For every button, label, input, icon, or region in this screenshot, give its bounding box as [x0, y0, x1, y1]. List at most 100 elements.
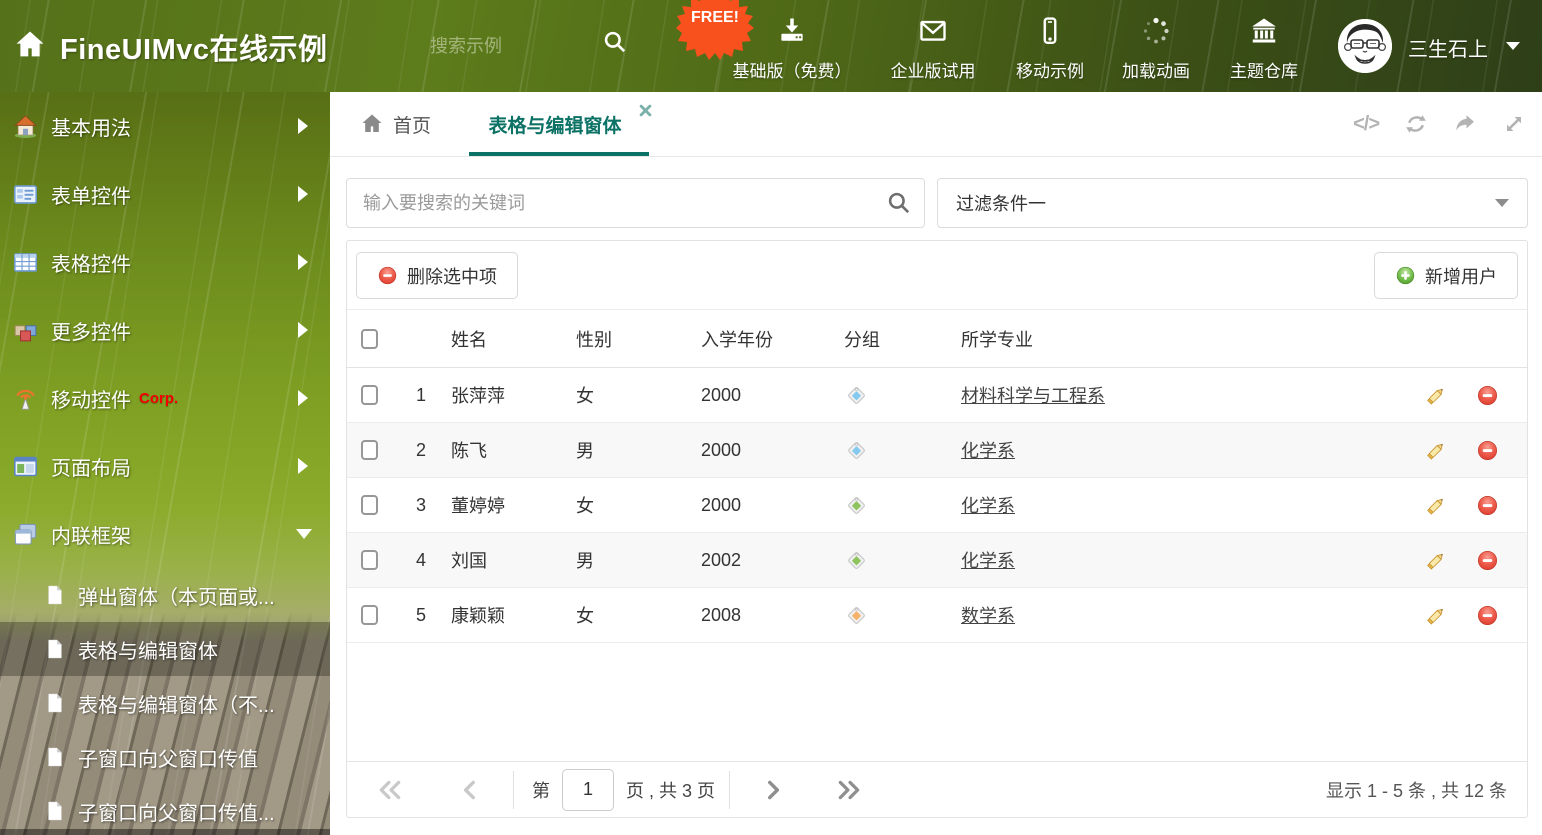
- record-summary: 显示 1 - 5 条 , 共 12 条: [1325, 780, 1507, 801]
- row-checkbox[interactable]: [361, 385, 378, 405]
- add-user-button[interactable]: 新增用户: [1374, 252, 1518, 299]
- row-number: 1: [415, 384, 426, 405]
- grid-icon: [12, 249, 39, 276]
- table-row: 1 张萍萍 女 2000 材料科学与工程系: [347, 368, 1527, 423]
- major-link[interactable]: 材料科学与工程系: [961, 386, 1105, 406]
- col-group[interactable]: 分组: [837, 326, 951, 352]
- view-source-icon[interactable]: </>: [1353, 112, 1380, 136]
- major-link[interactable]: 化学系: [961, 496, 1015, 516]
- edit-pencil-icon[interactable]: [1424, 494, 1447, 517]
- delete-row-icon[interactable]: [1476, 384, 1499, 407]
- nav-enterprise-trial[interactable]: 企业版试用: [873, 16, 993, 82]
- filter-dropdown[interactable]: 过滤条件一: [937, 178, 1528, 228]
- select-all-checkbox[interactable]: [361, 328, 378, 349]
- cell-gender: 女: [576, 386, 594, 406]
- delete-selected-button[interactable]: 删除选中项: [356, 252, 518, 299]
- first-page-icon[interactable]: [377, 777, 403, 803]
- row-checkbox[interactable]: [361, 440, 378, 460]
- delete-row-icon[interactable]: [1476, 549, 1499, 572]
- plus-circle-icon: [1395, 265, 1416, 286]
- caret-right-icon: [298, 254, 308, 270]
- col-gender[interactable]: 性别: [567, 326, 691, 352]
- tab-grid-edit-window[interactable]: 表格与编辑窗体: [469, 92, 635, 156]
- next-page-icon[interactable]: [760, 777, 786, 803]
- row-checkbox[interactable]: [361, 550, 378, 570]
- caret-right-icon: [298, 322, 308, 338]
- col-major[interactable]: 所学专业: [951, 326, 1409, 352]
- nav-mobile-demo[interactable]: 移动示例: [1003, 16, 1097, 82]
- sidebar-item-mobile-controls[interactable]: 移动控件 Corp.: [0, 364, 330, 432]
- major-link[interactable]: 化学系: [961, 441, 1015, 461]
- grid-toolbar: 删除选中项 新增用户: [347, 241, 1527, 310]
- prev-page-icon[interactable]: [457, 777, 483, 803]
- delete-row-icon[interactable]: [1476, 439, 1499, 462]
- close-tab-icon[interactable]: [638, 103, 653, 118]
- row-checkbox[interactable]: [361, 605, 378, 625]
- header-search-icon[interactable]: [602, 29, 628, 55]
- col-year[interactable]: 入学年份: [691, 326, 837, 352]
- sidebar-subitem-child-to-parent[interactable]: 子窗口向父窗口传值: [0, 730, 330, 784]
- username[interactable]: 三生石上: [1408, 33, 1488, 62]
- sidebar-item-inline-frame[interactable]: 内联框架: [0, 500, 330, 568]
- download-icon: [777, 16, 807, 46]
- doc-icon: [44, 584, 66, 606]
- corp-badge: Corp.: [139, 389, 179, 407]
- tag-icon: [844, 383, 869, 408]
- edit-pencil-icon[interactable]: [1424, 384, 1447, 407]
- tab-home[interactable]: 首页: [360, 92, 431, 156]
- tag-icon: [844, 493, 869, 518]
- tab-bar: 首页 表格与编辑窗体 </>: [330, 92, 1542, 157]
- tab-toolbar: </>: [1353, 92, 1526, 156]
- nav-loading-animation[interactable]: 加载动画: [1108, 16, 1204, 82]
- table-row: 4 刘国 男 2002 化学系: [347, 533, 1527, 588]
- sidebar-subitem-child-to-parent-2[interactable]: 子窗口向父窗口传值...: [0, 784, 330, 835]
- nav-basic-edition[interactable]: 基础版（免费）: [726, 16, 858, 82]
- sidebar-item-more-controls[interactable]: 更多控件: [0, 296, 330, 364]
- minus-circle-icon: [377, 265, 398, 286]
- sidebar-item-grid-controls[interactable]: 表格控件: [0, 228, 330, 296]
- expand-icon[interactable]: [1502, 112, 1526, 136]
- data-table: 姓名 性别 入学年份 分组 所学专业 1 张萍萍 女 2000 材料科学与工程系: [347, 310, 1527, 643]
- search-icon[interactable]: [886, 190, 912, 216]
- home-logo-icon[interactable]: [13, 28, 47, 62]
- cell-year: 2008: [701, 604, 742, 625]
- table-empty-space: [347, 643, 1527, 761]
- major-link[interactable]: 化学系: [961, 551, 1015, 571]
- sidebar-subitem-grid-edit-window[interactable]: 表格与编辑窗体: [0, 622, 330, 676]
- edit-pencil-icon[interactable]: [1424, 439, 1447, 462]
- refresh-icon[interactable]: [1404, 112, 1428, 136]
- sidebar-bottom-strip: [0, 829, 330, 835]
- delete-row-icon[interactable]: [1476, 494, 1499, 517]
- row-checkbox[interactable]: [361, 495, 378, 515]
- header-search-input[interactable]: [430, 30, 580, 62]
- nav-theme-repo[interactable]: 主题仓库: [1215, 16, 1313, 82]
- table-row: 5 康颖颖 女 2008 数学系: [347, 588, 1527, 643]
- cubes-icon: [12, 317, 39, 344]
- sidebar-item-form-controls[interactable]: 表单控件: [0, 160, 330, 228]
- separator: [513, 770, 514, 809]
- sidebar-item-basic-usage[interactable]: 基本用法: [0, 92, 330, 160]
- edit-pencil-icon[interactable]: [1424, 604, 1447, 627]
- user-menu-caret-icon[interactable]: [1506, 42, 1520, 50]
- keyword-search-input[interactable]: [346, 178, 925, 228]
- major-link[interactable]: 数学系: [961, 606, 1015, 626]
- edit-pencil-icon[interactable]: [1424, 549, 1447, 572]
- sidebar-item-page-layout[interactable]: 页面布局: [0, 432, 330, 500]
- tag-icon: [844, 603, 869, 628]
- cell-gender: 女: [576, 606, 594, 626]
- share-forward-icon[interactable]: [1453, 112, 1477, 136]
- active-tab-label: 表格与编辑窗体: [488, 115, 622, 137]
- row-number: 2: [415, 439, 426, 460]
- caret-right-icon: [298, 390, 308, 406]
- grid-panel: 删除选中项 新增用户 姓名 性别 入学年份 分组 所学专业 1 张萍萍 女 20…: [346, 240, 1528, 818]
- page-number-input[interactable]: [562, 768, 614, 811]
- cell-gender: 男: [576, 551, 594, 571]
- col-name[interactable]: 姓名: [445, 326, 567, 352]
- sidebar-subitem-popup-window[interactable]: 弹出窗体（本页面或...: [0, 568, 330, 622]
- cell-name: 董婷婷: [451, 496, 505, 516]
- sidebar-subitem-grid-edit-window-2[interactable]: 表格与编辑窗体（不...: [0, 676, 330, 730]
- last-page-icon[interactable]: [836, 777, 862, 803]
- filter-row: 过滤条件一: [346, 178, 1528, 228]
- delete-row-icon[interactable]: [1476, 604, 1499, 627]
- user-avatar[interactable]: [1338, 19, 1392, 73]
